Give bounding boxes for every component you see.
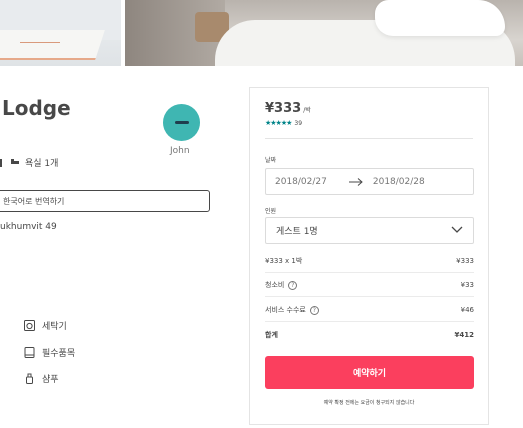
- bath-label: 욕실 1개: [25, 159, 59, 169]
- review-count: 39: [294, 119, 303, 127]
- bath-info: 욕실 1개: [0, 156, 58, 169]
- date-label: 날짜: [265, 157, 277, 164]
- bath-icon: [10, 157, 20, 168]
- chevron-down-icon: [451, 226, 463, 236]
- reserve-button[interactable]: 예약하기: [265, 356, 474, 389]
- fee-row-nights: ¥333 x 1박 ¥333: [265, 256, 474, 266]
- essentials-icon: [24, 347, 35, 358]
- fee-row-total: 합계 ¥412: [265, 330, 474, 340]
- fee-amount: ¥333: [456, 257, 474, 265]
- booking-card: ¥333 /박 ★★★★★ 39 날짜 2018/02/27 2018/02/2…: [249, 87, 489, 425]
- divider: [265, 321, 474, 322]
- guests-label: 인원: [265, 208, 277, 215]
- fee-row-service: 서비스 수수료 ? ¥46: [265, 305, 474, 315]
- fee-row-cleaning: 청소비 ? ¥33: [265, 280, 474, 290]
- date-picker[interactable]: 2018/02/27 2018/02/28: [265, 168, 474, 195]
- nightly-price: ¥333: [265, 101, 302, 116]
- star-rating: ★★★★★: [265, 119, 292, 127]
- listing-photo-2[interactable]: [125, 0, 523, 66]
- fee-amount: ¥33: [460, 281, 474, 289]
- amenity-shampoo: 샴푸: [24, 372, 59, 385]
- question-icon[interactable]: ?: [309, 305, 319, 315]
- divider: [265, 296, 474, 297]
- listing-address: ukhumvit 49: [0, 222, 57, 232]
- total-label: 합계: [265, 331, 278, 339]
- washer-icon: [24, 320, 35, 331]
- fee-label: 서비스 수수료: [265, 306, 306, 314]
- per-night-label: /박: [303, 107, 311, 114]
- no-charge-note: 예약 확정 전에는 요금이 청구되지 않습니다: [323, 400, 415, 406]
- shampoo-icon: [24, 373, 35, 384]
- arrow-right-icon: [348, 175, 363, 189]
- fee-label: 청소비: [265, 281, 285, 289]
- host-avatar[interactable]: [163, 104, 200, 141]
- translate-button[interactable]: 한국어로 번역하기: [0, 190, 210, 212]
- rating-row[interactable]: ★★★★★ 39: [265, 119, 302, 127]
- separator-dot: [0, 158, 2, 167]
- amenity-label: 필수품목: [42, 349, 76, 359]
- fee-amount: ¥46: [460, 306, 474, 314]
- total-amount: ¥412: [454, 331, 474, 339]
- guests-select[interactable]: 게스트 1명: [265, 217, 474, 244]
- price-row: ¥333 /박: [265, 101, 311, 116]
- listing-photo-1[interactable]: [0, 0, 121, 66]
- divider: [265, 138, 473, 139]
- fee-label: ¥333 x 1박: [265, 257, 303, 265]
- amenity-essentials: 필수품목: [24, 346, 75, 359]
- checkout-date[interactable]: 2018/02/28: [373, 177, 425, 187]
- amenity-washer: 세탁기: [24, 319, 67, 332]
- amenity-label: 샴푸: [42, 375, 59, 385]
- divider: [265, 272, 474, 273]
- amenity-label: 세탁기: [42, 322, 67, 332]
- checkin-date[interactable]: 2018/02/27: [275, 177, 327, 187]
- guests-value: 게스트 1명: [276, 227, 318, 237]
- question-icon[interactable]: ?: [288, 280, 298, 290]
- listing-title: Lodge: [2, 96, 71, 120]
- listing-photos[interactable]: [0, 0, 523, 66]
- host-name[interactable]: John: [170, 146, 190, 156]
